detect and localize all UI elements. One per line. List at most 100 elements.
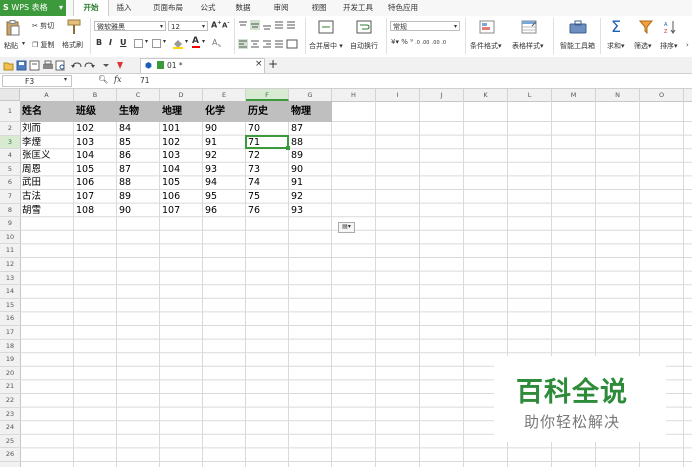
table-cell[interactable]: 93 xyxy=(289,204,332,218)
toolbox-icon[interactable] xyxy=(569,20,587,36)
tab-8[interactable]: 开发工具 xyxy=(338,0,378,16)
cut-button[interactable]: ✂ 剪切 xyxy=(32,21,54,31)
table-cell[interactable]: 107 xyxy=(74,190,117,204)
column-header-d[interactable]: D xyxy=(160,89,203,101)
table-header-cell[interactable]: 姓名 xyxy=(20,101,74,122)
sigma-icon[interactable]: Σ xyxy=(611,17,621,36)
table-cell[interactable]: 88 xyxy=(289,136,332,150)
column-header-o[interactable]: O xyxy=(640,89,684,101)
table-cell[interactable]: 84 xyxy=(117,122,160,136)
table-cell[interactable]: 91 xyxy=(203,136,246,150)
conditional-format-icon[interactable] xyxy=(479,20,495,36)
chevron-down-icon[interactable]: ▾ xyxy=(163,38,166,45)
table-cell[interactable]: 87 xyxy=(117,163,160,177)
table-cell[interactable]: 106 xyxy=(160,190,203,204)
column-header-k[interactable]: K xyxy=(464,89,508,101)
row-header[interactable]: 10 xyxy=(0,231,20,245)
table-header-cell[interactable]: 物理 xyxy=(289,101,332,122)
font-size-select[interactable]: 12 ▾ xyxy=(168,21,208,31)
table-cell[interactable]: 89 xyxy=(289,149,332,163)
table-cell[interactable]: 张匡义 xyxy=(20,149,74,163)
table-cell[interactable]: 96 xyxy=(203,204,246,218)
number-format-select[interactable]: 常规 ▾ xyxy=(390,21,460,31)
sum-button[interactable]: 求和▾ xyxy=(607,41,625,51)
column-header-h[interactable]: H xyxy=(332,89,376,101)
row-header[interactable]: 17 xyxy=(0,326,20,340)
table-cell[interactable]: 武田 xyxy=(20,176,74,190)
table-cell[interactable]: 102 xyxy=(160,136,203,150)
tab-4[interactable]: 公式 xyxy=(193,0,223,16)
merge-border-icon[interactable] xyxy=(152,39,161,48)
row-header[interactable]: 25 xyxy=(0,435,20,449)
column-header-b[interactable]: B xyxy=(74,89,117,101)
function-button[interactable]: fx xyxy=(114,75,121,84)
table-style-button[interactable]: 表格样式▾ xyxy=(512,41,544,51)
table-cell[interactable]: 107 xyxy=(160,204,203,218)
table-cell[interactable]: 90 xyxy=(203,122,246,136)
tab-5[interactable]: 数据 xyxy=(226,0,260,16)
row-header[interactable]: 15 xyxy=(0,299,20,313)
row-header[interactable]: 16 xyxy=(0,312,20,326)
row-header[interactable]: 9 xyxy=(0,217,20,231)
font-color-icon[interactable]: A xyxy=(192,36,200,48)
zoom-icon[interactable]: 🔍︎ xyxy=(98,75,108,84)
copy-button[interactable]: ❐ 复制 xyxy=(32,40,55,50)
tab-9[interactable]: 特色应用 xyxy=(380,0,426,16)
name-box[interactable]: F3 xyxy=(2,75,72,87)
paste-options-icon[interactable]: ▤▾ xyxy=(338,222,355,233)
app-menu-button[interactable]: S WPS 表格 ▾ xyxy=(0,0,66,16)
table-cell[interactable]: 86 xyxy=(117,149,160,163)
table-cell[interactable]: 92 xyxy=(289,190,332,204)
table-cell[interactable]: 89 xyxy=(117,190,160,204)
table-cell[interactable]: 105 xyxy=(74,163,117,177)
close-tab-icon[interactable]: × xyxy=(255,59,263,69)
column-header-j[interactable]: J xyxy=(420,89,464,101)
table-cell[interactable]: 72 xyxy=(246,149,289,163)
row-header[interactable]: 21 xyxy=(0,380,20,394)
more-icon[interactable]: › xyxy=(686,41,689,49)
row-header[interactable]: 14 xyxy=(0,285,20,299)
table-cell[interactable]: 101 xyxy=(160,122,203,136)
formula-input[interactable]: 71 xyxy=(140,75,692,87)
table-cell[interactable]: 古法 xyxy=(20,190,74,204)
table-cell[interactable]: 91 xyxy=(289,176,332,190)
table-cell[interactable]: 103 xyxy=(160,149,203,163)
table-cell[interactable]: 88 xyxy=(117,176,160,190)
table-header-cell[interactable]: 地理 xyxy=(160,101,203,122)
column-header-m[interactable]: M xyxy=(552,89,596,101)
table-cell[interactable]: 周恩 xyxy=(20,163,74,177)
table-cell[interactable]: 95 xyxy=(203,190,246,204)
chevron-down-icon[interactable]: ▾ xyxy=(185,38,188,45)
row-header[interactable]: 6 xyxy=(0,176,20,190)
table-header-cell[interactable]: 班级 xyxy=(74,101,117,122)
column-header-e[interactable]: E xyxy=(203,89,246,101)
table-cell[interactable]: 胡雪 xyxy=(20,204,74,218)
table-cell[interactable]: 74 xyxy=(246,176,289,190)
column-header-n[interactable]: N xyxy=(596,89,640,101)
new-tab-button[interactable]: + xyxy=(268,57,278,71)
tab-1[interactable]: 开始 xyxy=(73,0,109,17)
table-cell[interactable]: 92 xyxy=(203,149,246,163)
sort-icon[interactable]: AZ xyxy=(664,20,678,36)
table-cell[interactable]: 94 xyxy=(203,176,246,190)
table-header-cell[interactable]: 生物 xyxy=(117,101,160,122)
table-header-cell[interactable]: 历史 xyxy=(246,101,289,122)
row-header[interactable]: 1 xyxy=(0,101,20,122)
table-cell[interactable]: 104 xyxy=(74,149,117,163)
row-header[interactable]: 22 xyxy=(0,394,20,408)
table-cell[interactable]: 85 xyxy=(117,136,160,150)
format-painter-button[interactable] xyxy=(66,19,82,37)
row-header[interactable]: 5 xyxy=(0,163,20,177)
tab-2[interactable]: 插入 xyxy=(108,0,140,16)
decrease-font-icon[interactable]: A- xyxy=(222,20,230,29)
tab-7[interactable]: 视图 xyxy=(304,0,334,16)
table-cell[interactable]: 87 xyxy=(289,122,332,136)
table-cell[interactable]: 102 xyxy=(74,122,117,136)
table-cell[interactable]: 90 xyxy=(117,204,160,218)
table-cell[interactable]: 106 xyxy=(74,176,117,190)
row-header[interactable]: 20 xyxy=(0,367,20,381)
fill-handle[interactable] xyxy=(286,146,290,151)
underline-button[interactable]: U xyxy=(120,38,127,47)
table-header-cell[interactable]: 化学 xyxy=(203,101,246,122)
table-cell[interactable]: 76 xyxy=(246,204,289,218)
